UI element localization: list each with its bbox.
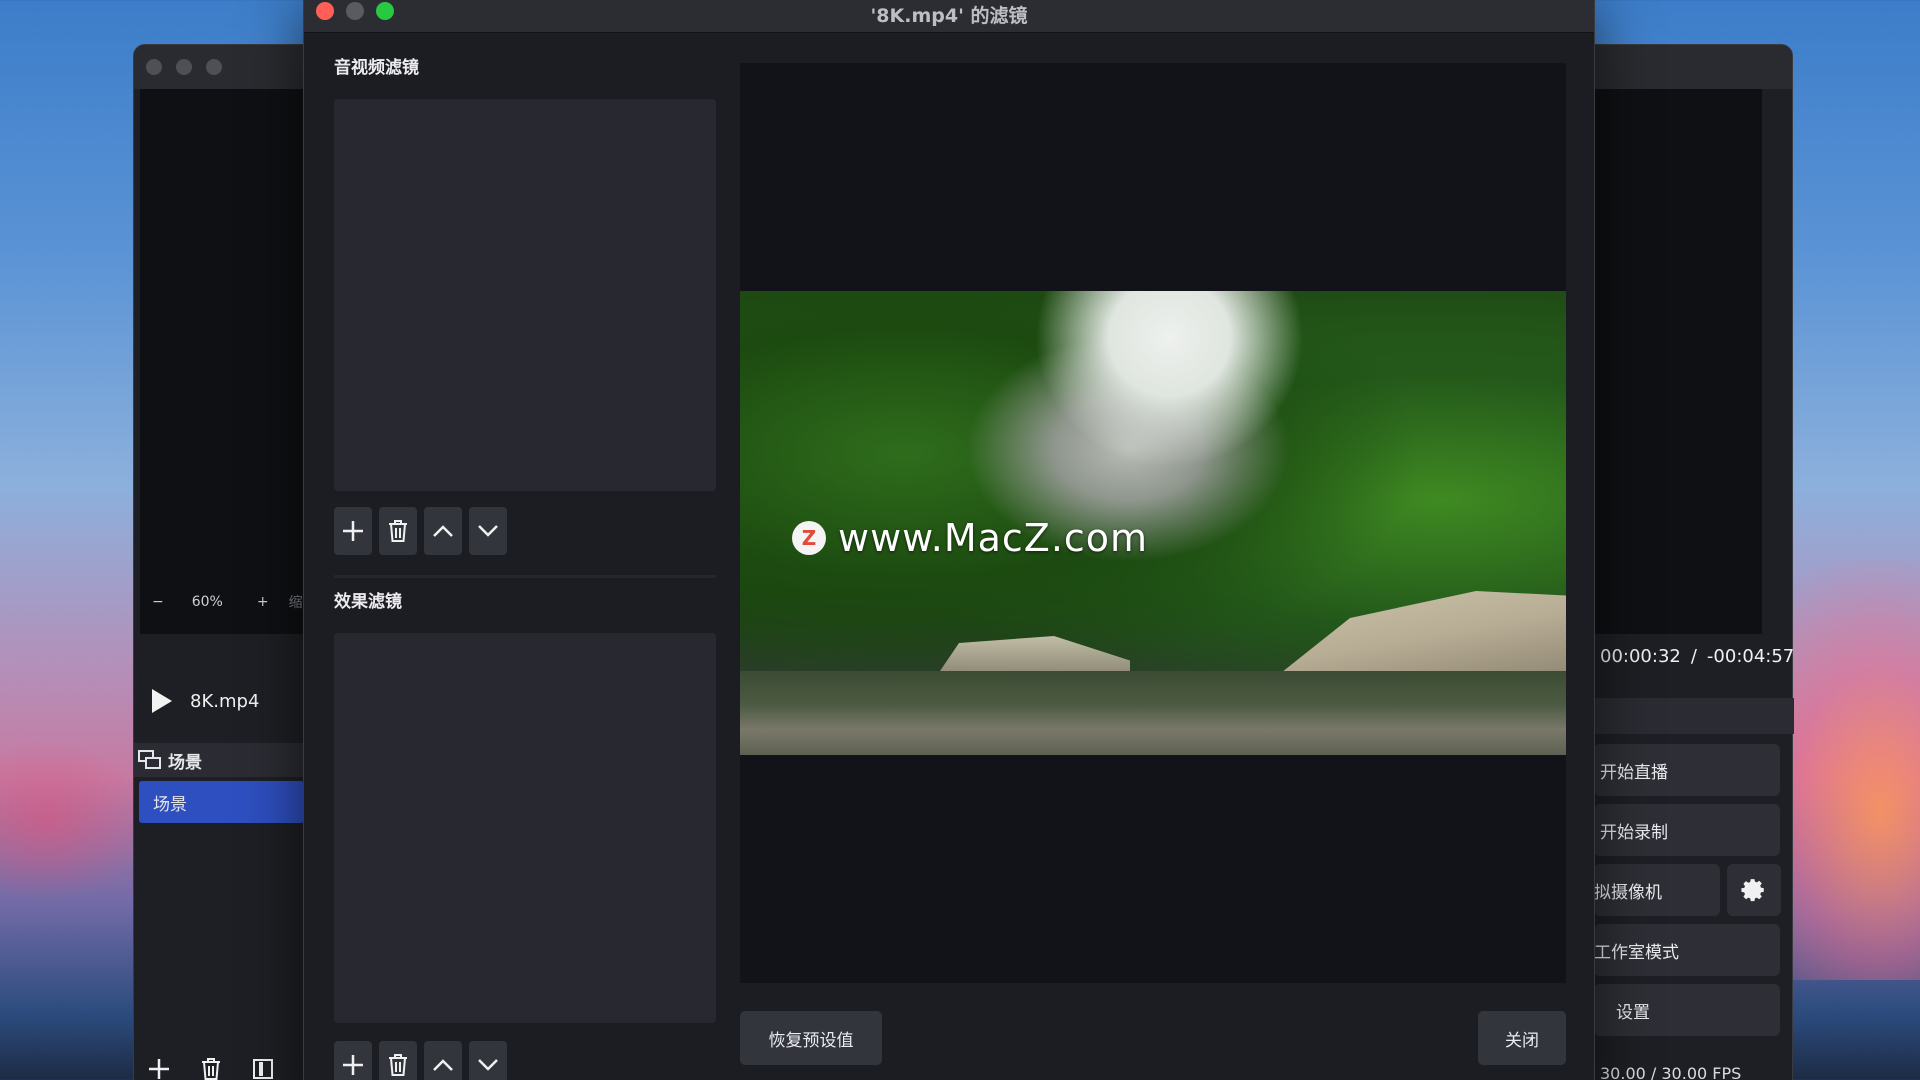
- settings-label: 设置: [1616, 1002, 1650, 1023]
- zoom-level: 60%: [191, 594, 223, 610]
- dialog-titlebar: '8K.mp4' 的滤镜: [304, 0, 1594, 33]
- start-stream-label: 开始直播: [1600, 762, 1668, 783]
- move-effect-filter-down-button[interactable]: [469, 1041, 507, 1080]
- trash-icon: [389, 520, 407, 542]
- section-divider: [334, 575, 716, 578]
- zoom-extra-label: 缩: [288, 595, 303, 611]
- filters-dialog: '8K.mp4' 的滤镜 音视频滤镜 效果滤镜 Z www.MacZ.com 恢…: [303, 0, 1595, 1080]
- media-controls: 8K.mp4: [134, 671, 304, 731]
- add-effect-filter-button[interactable]: [334, 1041, 372, 1080]
- virtual-camera-label: 拟摄像机: [1594, 882, 1662, 903]
- add-av-filter-button[interactable]: [334, 507, 372, 555]
- delete-scene-icon[interactable]: [200, 1057, 222, 1080]
- chevron-up-icon: [433, 1059, 453, 1071]
- add-scene-icon[interactable]: [148, 1058, 170, 1080]
- zoom-out-button[interactable]: −: [152, 594, 164, 610]
- chevron-down-icon: [478, 1059, 498, 1071]
- main-preview-area: [140, 89, 310, 634]
- scene-item-label: 场景: [153, 794, 187, 815]
- trash-icon: [389, 1054, 407, 1076]
- video-rock-right: [1270, 591, 1566, 681]
- chevron-down-icon: [478, 525, 498, 537]
- video-preview-frame: Z www.MacZ.com: [740, 291, 1566, 755]
- scenes-dock-header: 场景: [134, 743, 304, 777]
- dialog-close-label: 关闭: [1505, 1030, 1539, 1051]
- av-filters-list[interactable]: [334, 99, 716, 491]
- main-close-button[interactable]: [146, 59, 162, 75]
- zoom-in-button[interactable]: +: [257, 594, 269, 610]
- play-icon[interactable]: [152, 689, 172, 713]
- start-record-label: 开始录制: [1600, 822, 1668, 843]
- filter-preview-panel: Z www.MacZ.com: [740, 63, 1566, 983]
- reset-defaults-label: 恢复预设值: [768, 1030, 854, 1051]
- media-source-name: 8K.mp4: [190, 690, 260, 712]
- controls-dock-header: [1594, 698, 1794, 734]
- gear-icon: [1741, 879, 1764, 902]
- media-time-remaining: -00:04:57: [1706, 645, 1795, 667]
- reset-defaults-button[interactable]: 恢复预设值: [740, 1011, 882, 1065]
- move-av-filter-up-button[interactable]: [424, 507, 462, 555]
- dialog-close-text-button[interactable]: 关闭: [1478, 1011, 1566, 1065]
- desktop-wallpaper-cloud: [0, 740, 150, 900]
- main-preview-area-right: [1572, 89, 1762, 634]
- watermark-logo-letter: Z: [801, 526, 817, 550]
- scene-filter-icon[interactable]: [252, 1058, 274, 1080]
- scenes-header-label: 场景: [168, 752, 202, 773]
- video-rock-left: [940, 636, 1130, 671]
- effect-filters-toolbar: [334, 1041, 507, 1080]
- media-time-separator: /: [1690, 645, 1697, 667]
- zoom-controls: − 60% + 缩: [140, 589, 310, 615]
- scene-list-item[interactable]: 场景: [139, 781, 304, 823]
- video-river: [740, 671, 1566, 755]
- scenes-icon: [138, 750, 161, 769]
- media-time-current: 00:00:32: [1600, 645, 1681, 667]
- dialog-title: '8K.mp4' 的滤镜: [870, 5, 1028, 27]
- effect-filters-list[interactable]: [334, 633, 716, 1023]
- watermark-logo-icon: Z: [792, 521, 826, 555]
- virtual-camera-button[interactable]: 拟摄像机: [1594, 864, 1720, 916]
- watermark-text: www.MacZ.com: [838, 516, 1149, 560]
- studio-mode-button[interactable]: 工作室模式: [1594, 924, 1780, 976]
- av-filters-label: 音视频滤镜: [334, 58, 419, 78]
- move-av-filter-down-button[interactable]: [469, 507, 507, 555]
- plus-icon: [343, 1055, 363, 1075]
- watermark: Z www.MacZ.com: [792, 516, 1148, 560]
- fps-status: 30.00 / 30.00 FPS: [1600, 1064, 1742, 1080]
- main-zoom-button[interactable]: [206, 59, 222, 75]
- effect-filters-label: 效果滤镜: [334, 592, 402, 612]
- move-effect-filter-up-button[interactable]: [424, 1041, 462, 1080]
- studio-mode-label: 工作室模式: [1594, 942, 1679, 963]
- remove-av-filter-button[interactable]: [379, 507, 417, 555]
- scene-toolbar: [134, 1047, 304, 1080]
- av-filters-toolbar: [334, 507, 507, 555]
- virtual-camera-settings-button[interactable]: [1727, 864, 1781, 916]
- start-record-button[interactable]: 开始录制: [1594, 804, 1780, 856]
- settings-button[interactable]: 设置: [1594, 984, 1780, 1036]
- remove-effect-filter-button[interactable]: [379, 1041, 417, 1080]
- start-stream-button[interactable]: 开始直播: [1594, 744, 1780, 796]
- chevron-up-icon: [433, 525, 453, 537]
- media-time-display: 00:00:32 / -00:04:57: [1600, 626, 1794, 686]
- plus-icon: [343, 521, 363, 541]
- main-minimize-button[interactable]: [176, 59, 192, 75]
